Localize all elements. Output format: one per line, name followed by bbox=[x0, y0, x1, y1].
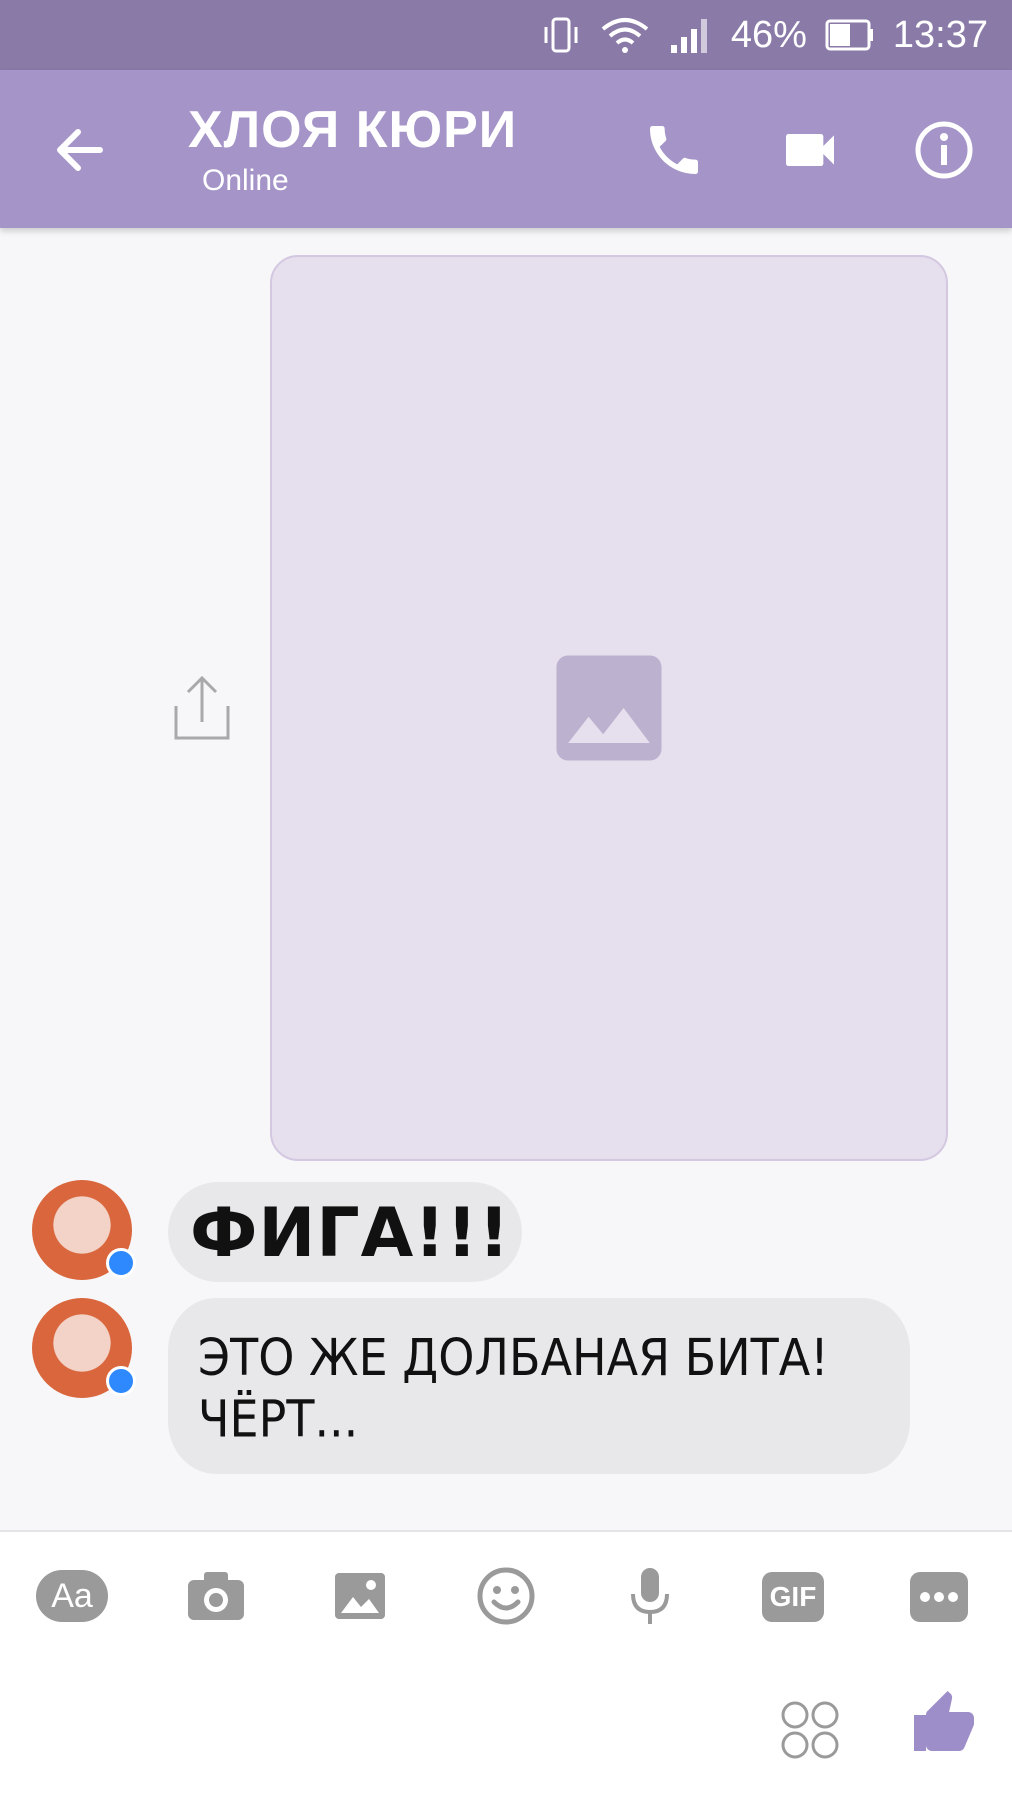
photo-message[interactable] bbox=[270, 255, 948, 1161]
message-bubble[interactable]: ФИГА!!! bbox=[168, 1182, 522, 1282]
share-icon[interactable] bbox=[170, 672, 234, 744]
reactions-icon[interactable] bbox=[780, 1700, 840, 1760]
message-text-line: ЭТО ЖЕ ДОЛБАНАЯ БИТА! bbox=[198, 1327, 829, 1388]
contact-status: Online bbox=[202, 164, 289, 197]
avatar[interactable] bbox=[32, 1180, 136, 1280]
microphone-icon[interactable] bbox=[610, 1564, 690, 1628]
message-bubble[interactable]: ЭТО ЖЕ ДОЛБАНАЯ БИТА! ЧЁРТ... bbox=[168, 1298, 910, 1474]
status-bar: 46% 13:37 bbox=[0, 0, 1012, 70]
more-icon[interactable] bbox=[910, 1572, 968, 1622]
messenger-badge-icon bbox=[106, 1248, 136, 1278]
back-arrow-icon[interactable] bbox=[50, 120, 110, 180]
text-input-button[interactable]: Aa bbox=[36, 1570, 108, 1622]
gif-button[interactable]: GIF bbox=[762, 1572, 824, 1622]
vibrate-icon bbox=[541, 15, 581, 55]
battery-icon bbox=[825, 17, 875, 53]
message-text: ФИГА!!! bbox=[190, 1194, 511, 1273]
image-placeholder-icon bbox=[556, 655, 662, 761]
thumbs-up-icon[interactable] bbox=[908, 1688, 980, 1760]
info-icon[interactable] bbox=[912, 118, 976, 182]
signal-icon bbox=[669, 15, 713, 55]
phone-icon[interactable] bbox=[642, 118, 706, 182]
contact-name[interactable]: ХЛОЯ КЮРИ bbox=[188, 100, 517, 160]
camera-icon[interactable] bbox=[176, 1564, 256, 1628]
message-text-line: ЧЁРТ... bbox=[198, 1389, 359, 1449]
chat-header: ХЛОЯ КЮРИ Online bbox=[0, 70, 1012, 228]
battery-percent: 46% bbox=[730, 13, 807, 56]
emoji-icon[interactable] bbox=[466, 1564, 546, 1628]
video-camera-icon[interactable] bbox=[778, 118, 842, 182]
clock: 13:37 bbox=[892, 13, 988, 56]
wifi-icon bbox=[599, 15, 651, 55]
messenger-badge-icon bbox=[106, 1366, 136, 1396]
image-icon[interactable] bbox=[320, 1564, 400, 1628]
avatar[interactable] bbox=[32, 1298, 136, 1398]
